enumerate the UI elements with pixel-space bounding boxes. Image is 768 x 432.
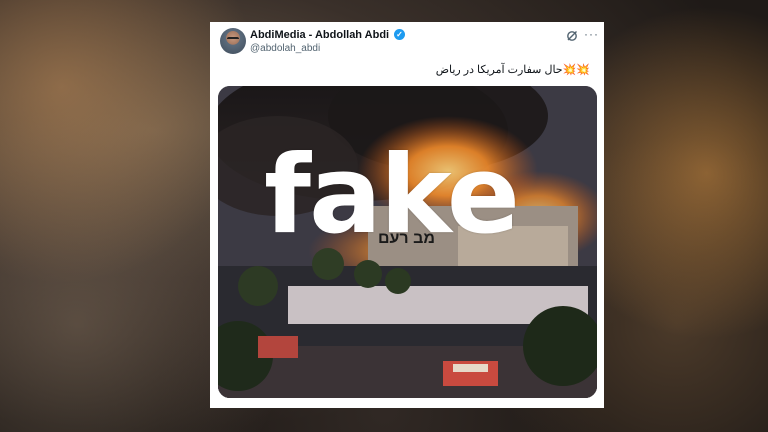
verified-badge-icon: ✓ <box>394 29 405 40</box>
author-handle[interactable]: @abdolah_abdi <box>250 43 320 54</box>
more-options-icon[interactable]: ··· <box>584 27 599 41</box>
fake-overlay-label: fake <box>264 133 520 258</box>
avatar-glasses <box>227 37 239 42</box>
tweet-card[interactable]: AbdiMedia - Abdollah Abdi ✓ @abdolah_abd… <box>210 22 604 408</box>
tweet-media-image[interactable]: מב רעם fake <box>218 86 597 398</box>
avatar[interactable] <box>220 28 246 54</box>
grok-icon[interactable] <box>566 30 578 42</box>
author-name[interactable]: AbdiMedia - Abdollah Abdi <box>250 29 389 41</box>
tweet-text: 💥💥حال سفارت آمریکا در ریاض <box>435 64 590 76</box>
